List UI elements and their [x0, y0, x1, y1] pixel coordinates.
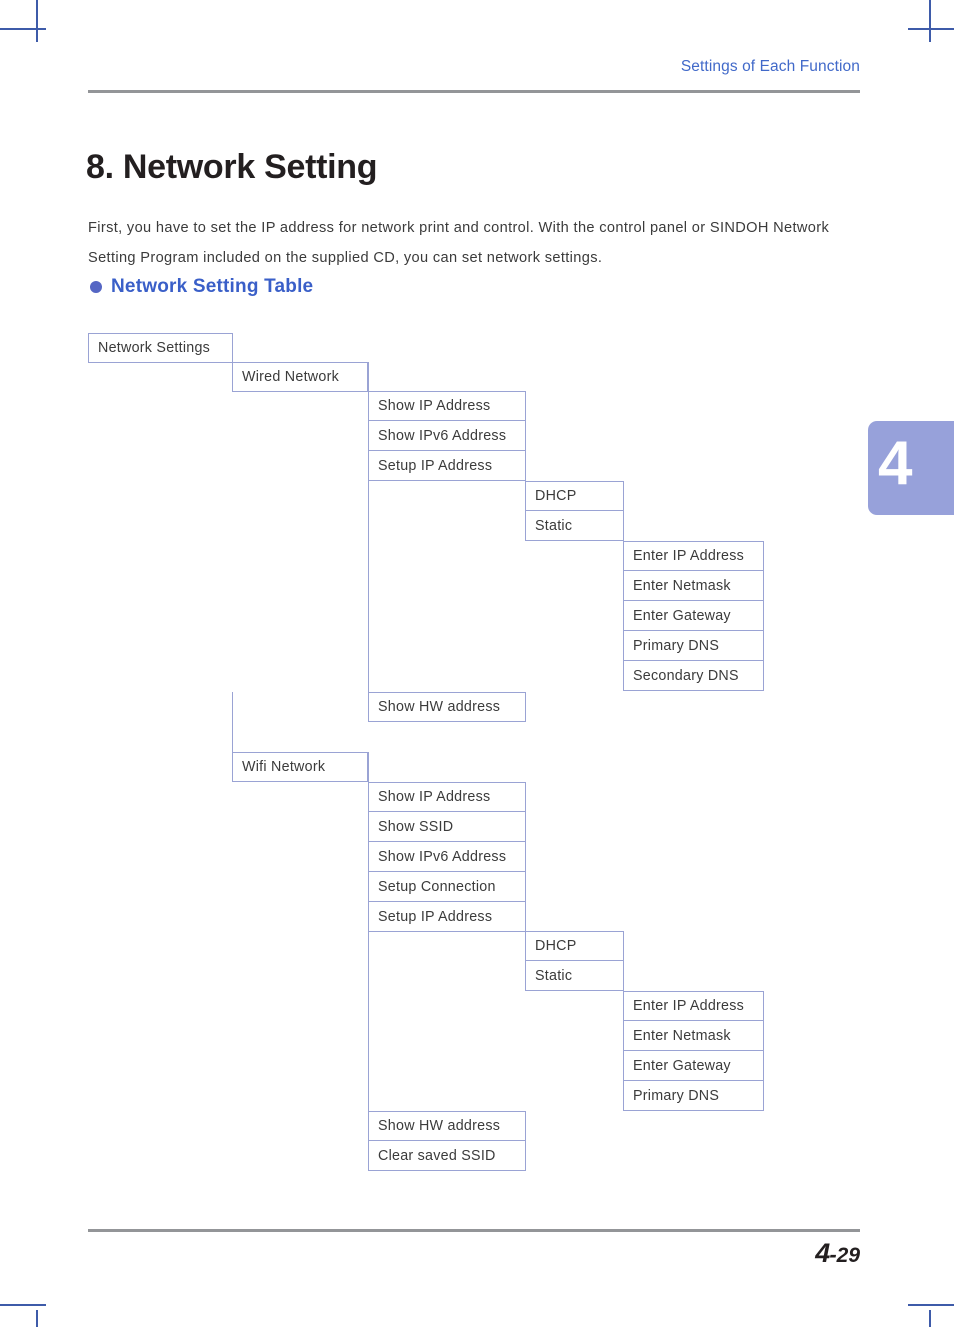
tree-node-label: Static [535, 967, 573, 984]
tree-connector [368, 481, 369, 692]
tree-node-label: Setup IP Address [378, 457, 493, 474]
tree-node-label: Primary DNS [633, 637, 720, 654]
folio-separator: - [829, 1242, 837, 1267]
tree-node-label: Enter IP Address [633, 998, 745, 1014]
tree-node-label: Clear saved SSID [378, 1147, 496, 1164]
tree-node: Show HW address [368, 692, 526, 722]
tree-connector [368, 362, 369, 391]
tree-node-label: Network Settings [98, 340, 211, 356]
tree-node: Secondary DNS [623, 661, 764, 691]
tree-node: Setup IP Address [368, 451, 526, 481]
tree-node: Show IPv6 Address [368, 842, 526, 872]
tree-node-label: Primary DNS [633, 1087, 720, 1104]
tree-node-label: Enter Gateway [633, 607, 731, 624]
tree-node: Show IP Address [368, 782, 526, 812]
footer-rule [88, 1229, 860, 1232]
tree-node: Primary DNS [623, 631, 764, 661]
tree-connector [232, 692, 233, 752]
tree-node-label: Enter Netmask [633, 1027, 731, 1044]
network-setting-tree: Network Settings Wired Network Show IP Add… [0, 0, 954, 1327]
tree-node: Show IP Address [368, 391, 526, 421]
tree-node: Enter Netmask [623, 1021, 764, 1051]
tree-node-label: Show IPv6 Address [378, 427, 507, 444]
tree-node-label: Wifi Network [242, 759, 326, 775]
folio-page: 29 [836, 1244, 860, 1267]
tree-node-label: Setup IP Address [378, 908, 493, 925]
tree-node: Network Settings [88, 333, 233, 363]
tree-node: Wired Network [232, 362, 368, 392]
tree-node: DHCP [525, 481, 624, 511]
tree-node: Setup Connection [368, 872, 526, 902]
tree-node-label: Show IP Address [378, 789, 491, 805]
tree-node: Wifi Network [232, 752, 368, 782]
tree-node-label: Setup Connection [378, 878, 496, 895]
tree-node-label: Enter Gateway [633, 1057, 731, 1074]
tree-node-label: Enter IP Address [633, 548, 745, 564]
manual-page: Settings of Each Function 8. Network Set… [0, 0, 954, 1327]
page-folio: 4-29 [815, 1238, 860, 1269]
chapter-thumb-tab: 4 [868, 421, 954, 515]
tree-node-label: Show SSID [378, 818, 454, 835]
tree-node: Setup IP Address [368, 902, 526, 932]
tree-node: Show IPv6 Address [368, 421, 526, 451]
tree-node: Static [525, 961, 624, 991]
tree-node: Static [525, 511, 624, 541]
tree-node: Clear saved SSID [368, 1141, 526, 1171]
tree-node: Primary DNS [623, 1081, 764, 1111]
tree-node-label: DHCP [535, 488, 577, 504]
tree-node: Enter Netmask [623, 571, 764, 601]
tree-node-label: Show HW address [378, 1118, 501, 1134]
tree-node-label: Show IPv6 Address [378, 848, 507, 865]
folio-chapter: 4 [815, 1238, 830, 1268]
tree-node-label: Enter Netmask [633, 577, 731, 594]
tree-connector [368, 931, 369, 1111]
tree-node: Show SSID [368, 812, 526, 842]
tree-node: Enter Gateway [623, 1051, 764, 1081]
tree-node-label: Secondary DNS [633, 667, 739, 684]
chapter-number: 4 [878, 429, 913, 498]
tree-node: DHCP [525, 931, 624, 961]
tree-node-label: Wired Network [242, 369, 339, 385]
tree-connector [368, 752, 369, 782]
tree-node: Show HW address [368, 1111, 526, 1141]
tree-node-label: DHCP [535, 938, 577, 954]
tree-node-label: Show HW address [378, 699, 501, 715]
tree-node-label: Static [535, 517, 573, 534]
tree-node-label: Show IP Address [378, 398, 491, 414]
tree-node: Enter IP Address [623, 991, 764, 1021]
tree-node: Enter IP Address [623, 541, 764, 571]
tree-node: Enter Gateway [623, 601, 764, 631]
